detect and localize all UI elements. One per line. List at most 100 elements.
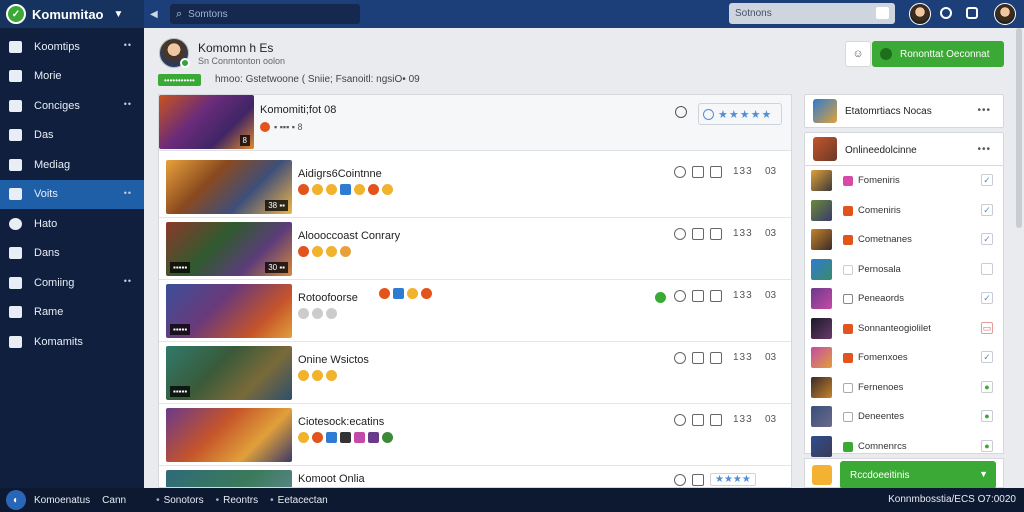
scrollbar[interactable] [1016, 28, 1022, 228]
reaction-icon[interactable] [368, 432, 379, 443]
sidebar-item-comiing[interactable]: Comiing •• [0, 268, 144, 298]
list-item[interactable]: Comeniris ✓ [805, 196, 1003, 226]
right-card-news[interactable]: Etatomrtiacs Nocas ••• [804, 94, 1004, 128]
rating-stars[interactable]: ★★★★ [710, 473, 756, 486]
reaction-icon[interactable] [407, 288, 418, 299]
secondary-search-input[interactable]: Sotnons [729, 3, 895, 24]
sidebar-item-voits[interactable]: Voits •• [0, 179, 144, 209]
brand[interactable]: ✓ Komumitao ▼ [0, 0, 144, 28]
reaction-icon[interactable] [312, 432, 323, 443]
list-item[interactable]: Cometnanes ✓ [805, 225, 1003, 255]
item-thumbnail[interactable] [166, 470, 292, 487]
like-icon[interactable] [674, 166, 686, 178]
sidebar-item-conciges[interactable]: Conciges •• [0, 91, 144, 121]
checkbox[interactable]: ✓ [981, 292, 993, 304]
list-item[interactable]: Ciotesock:ecatins 133 03 [159, 405, 791, 466]
checkbox[interactable]: ✓ [981, 203, 993, 216]
footer-link[interactable]: Eetacectan [270, 495, 328, 506]
checkbox[interactable]: ✓ [981, 233, 993, 245]
rating-widget[interactable]: ★★★★★ [698, 103, 782, 125]
share-icon[interactable] [710, 414, 722, 426]
checkbox[interactable]: ● [981, 410, 993, 422]
reaction-icon[interactable] [354, 184, 365, 195]
reaction-icon[interactable] [312, 184, 323, 195]
settings-icon[interactable] [940, 7, 952, 19]
checkbox[interactable]: ✓ [981, 351, 993, 363]
list-item[interactable]: Fernenoes ● [805, 373, 1003, 403]
reaction-icon[interactable] [312, 370, 323, 381]
reaction-icon[interactable] [312, 246, 323, 257]
featured-item[interactable]: 8 Komomiti;fot 08 ▪ ▪▪▪ ▪ 8 ★★★★★ [159, 95, 791, 151]
sidebar-item-das[interactable]: Das [0, 121, 144, 151]
profile-avatar-small[interactable] [994, 3, 1016, 25]
like-icon[interactable] [674, 414, 686, 426]
more-icon[interactable]: ••• [977, 144, 991, 155]
reaction-icon[interactable] [354, 432, 365, 443]
reaction-icon[interactable] [340, 184, 351, 195]
collapse-sidebar-icon[interactable]: ◀ [150, 9, 162, 20]
more-icon[interactable]: •• [124, 188, 132, 198]
share-icon[interactable] [710, 166, 722, 178]
list-item[interactable]: Pernosala [805, 255, 1003, 285]
profile-avatar[interactable] [159, 38, 190, 68]
like-icon[interactable] [674, 352, 686, 364]
like-icon[interactable] [674, 228, 686, 240]
share-icon[interactable] [710, 352, 722, 364]
sidebar-item-dans[interactable]: Dans [0, 239, 144, 269]
comment-icon[interactable] [692, 352, 704, 364]
status-logo-icon[interactable]: ◐ [6, 490, 26, 510]
list-item[interactable]: Sonnanteogiolilet ▭ [805, 314, 1003, 344]
list-item[interactable]: ▪▪▪▪▪ Onine Wsictos 133 03 [159, 343, 791, 404]
footer-link[interactable]: Reontrs [216, 495, 258, 506]
sidebar-item-hato[interactable]: Hato [0, 209, 144, 239]
list-item[interactable]: Fomenxoes ✓ [805, 343, 1003, 373]
reaction-icon[interactable] [326, 184, 337, 195]
reaction-icon[interactable] [298, 246, 309, 257]
like-icon[interactable] [674, 290, 686, 302]
item-more[interactable]: 03 [765, 290, 776, 301]
item-thumbnail[interactable]: ▪▪▪▪▪ [166, 284, 292, 338]
smile-button[interactable]: ☺ [845, 41, 871, 67]
more-icon[interactable]: •• [124, 99, 132, 109]
share-icon[interactable] [710, 290, 722, 302]
list-item[interactable]: 38 ▪▪ Aidigrs6Cointnne 133 03 [159, 157, 791, 218]
reaction-icon[interactable] [312, 308, 323, 319]
like-icon[interactable] [674, 473, 686, 486]
sidebar-item-koomtips[interactable]: Koomtips •• [0, 32, 144, 62]
reaction-icon[interactable] [340, 246, 351, 257]
comment-icon[interactable] [692, 290, 704, 302]
share-icon[interactable] [710, 228, 722, 240]
sidebar-item-rame[interactable]: Rame [0, 298, 144, 328]
reaction-icon[interactable] [340, 432, 351, 443]
user-avatar[interactable] [909, 3, 931, 25]
checkbox[interactable]: ▭ [981, 321, 993, 334]
reaction-icon[interactable] [326, 246, 337, 257]
footer-link[interactable]: Sonotors [156, 495, 204, 506]
more-icon[interactable]: •• [124, 276, 132, 286]
reaction-icon[interactable] [368, 184, 379, 195]
item-more[interactable]: 03 [765, 414, 776, 425]
reaction-icon[interactable] [393, 288, 404, 299]
comment-icon[interactable] [692, 228, 704, 240]
list-item[interactable]: Comnenrcs ● [805, 432, 1003, 462]
item-thumbnail[interactable]: 38 ▪▪ [166, 160, 292, 214]
list-item[interactable]: Deneentes ● [805, 402, 1003, 432]
checkbox[interactable]: ● [981, 439, 993, 452]
search-input[interactable]: ⌕ Somtons [170, 4, 360, 24]
sidebar-item-morie[interactable]: Morie [0, 62, 144, 92]
notifications-icon[interactable] [966, 7, 978, 19]
sidebar-item-mediag[interactable]: Mediag [0, 150, 144, 180]
item-thumbnail[interactable]: ▪▪▪▪▪ [166, 346, 292, 400]
reaction-icon[interactable] [382, 184, 393, 195]
reaction-icon[interactable] [298, 370, 309, 381]
sidebar-item-komamits[interactable]: Komamits [0, 327, 144, 357]
list-item[interactable]: Fomeniris ✓ [805, 166, 1003, 196]
list-item[interactable]: ▪▪▪▪▪ Rotoofoorse 133 03 [159, 281, 791, 342]
reaction-icon[interactable] [298, 308, 309, 319]
list-item[interactable]: Peneaords ✓ [805, 284, 1003, 314]
comment-icon[interactable] [692, 473, 704, 486]
smile-icon[interactable] [675, 106, 687, 118]
right-action-button[interactable]: Rccdoeeitinis ▼ [840, 461, 996, 489]
reaction-icon[interactable] [379, 288, 390, 299]
comment-icon[interactable] [692, 166, 704, 178]
